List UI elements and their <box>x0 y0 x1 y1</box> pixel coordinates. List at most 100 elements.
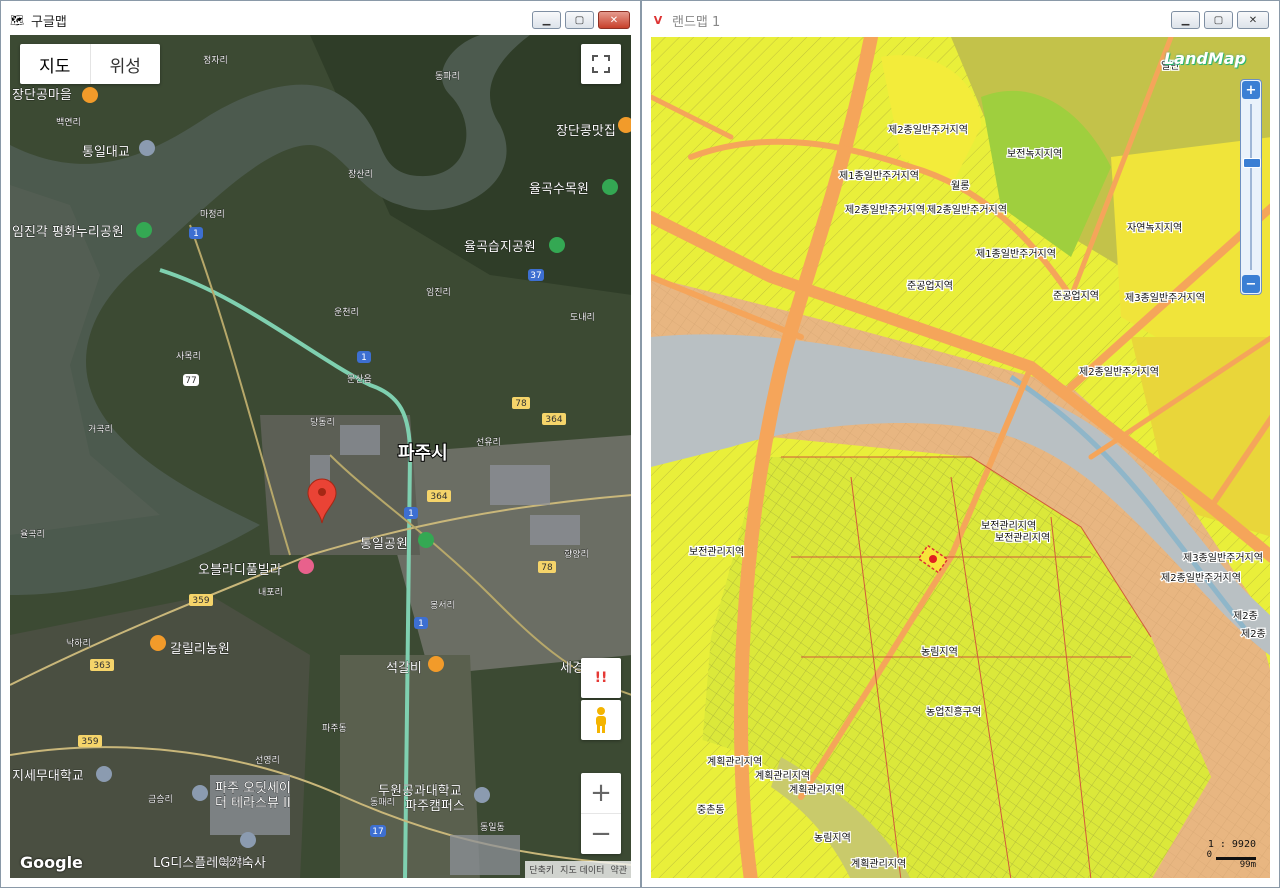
place-label: 마정리 <box>200 209 225 220</box>
zone-label: 계획관리지역 <box>755 770 810 782</box>
place-label: 거곡리 <box>88 424 113 435</box>
window-title: 구글맵 <box>31 14 67 30</box>
zone-label: 계획관리지역 <box>789 784 844 796</box>
close-button[interactable]: ✕ <box>1237 11 1269 29</box>
map-type-satellite-button[interactable]: 위성 <box>91 44 161 84</box>
place-label: 파주동 <box>322 723 347 734</box>
zone-label: 보전관리지역 <box>981 520 1036 532</box>
zone-label: 보전관리지역 <box>689 546 744 558</box>
app-icon: 🗺 <box>10 13 24 27</box>
place-label: 문산읍 <box>347 374 372 385</box>
zone-label: 제2종일반주거지역 <box>888 124 968 136</box>
svg-text:1: 1 <box>361 353 367 363</box>
zone-label: 농림지역 <box>814 832 851 844</box>
zone-label: 농업진흥구역 <box>926 705 981 718</box>
svg-text:77: 77 <box>185 376 196 386</box>
zone-label: 제1종일반주거지역 <box>839 170 919 182</box>
map-type-control: 지도 위성 <box>20 44 160 84</box>
place-label: 율곡습지공원 <box>464 240 536 255</box>
zone-label: 제2종 <box>1233 610 1258 622</box>
scale-distance: 99m <box>1239 860 1256 870</box>
place-label: 더 테라스뷰 II <box>215 796 291 811</box>
zoom-out-button[interactable]: − <box>1242 275 1260 293</box>
place-label: 파주 오딧세이 <box>215 781 291 796</box>
place-label: 선영리 <box>255 755 280 766</box>
landmap-canvas[interactable]: 제2종일반주거지역 보전녹지지역 제1종일반주거지역 제2종일반주거지역 제2종일반주거… <box>651 37 1270 878</box>
place-label: 임진리 <box>426 286 451 298</box>
place-label: 파주캠퍼스 <box>405 799 465 814</box>
place-label: 정자리 <box>203 55 228 66</box>
maximize-button[interactable]: ▢ <box>565 11 594 29</box>
zoning-map: 제2종일반주거지역보전녹지지역제1종일반주거지역제2종일반주거지역 제2종일반주거… <box>651 37 1270 878</box>
fullscreen-icon <box>592 55 610 73</box>
place-label: LG디스플레이기숙사 <box>153 856 266 871</box>
zone-label: 계획관리지역 <box>707 756 762 768</box>
place-label: 동파리 <box>435 71 460 82</box>
place-label: 파주시 <box>398 443 448 464</box>
zone-label: 제2종일반주거지역 <box>1079 366 1159 378</box>
window-controls: ▁ ▢ ✕ <box>532 11 630 29</box>
place-label: 선유리 <box>476 437 501 448</box>
scale-indicator: 1 : 9920 0 99m <box>1206 839 1256 870</box>
map-data-link[interactable]: 지도 데이터 <box>560 863 604 876</box>
zone-label: 보전관리지역 <box>995 532 1050 544</box>
slider-handle[interactable] <box>1243 158 1261 168</box>
google-logo: Google <box>20 853 83 872</box>
title-bar[interactable]: V 랜드맵 1 ▁ ▢ ✕ <box>642 1 1279 39</box>
zone-label: 제2종일반주거지역 <box>845 204 925 216</box>
svg-text:1: 1 <box>418 619 424 629</box>
place-label: 동일동 <box>480 822 505 833</box>
zone-label: 제2종일반주거지역 <box>927 204 1007 216</box>
zoom-in-button[interactable]: + <box>1242 81 1260 99</box>
shortcuts-link[interactable]: 단축키 <box>529 863 554 876</box>
minimize-button[interactable]: ▁ <box>532 11 561 29</box>
svg-text:37: 37 <box>530 271 541 281</box>
place-label: 장산리 <box>348 169 373 180</box>
place-label: 지세무대학교 <box>12 769 84 784</box>
place-label: 사목리 <box>176 351 201 362</box>
place-label: 낙하리 <box>66 638 91 649</box>
place-label: 능산리 <box>220 857 245 868</box>
zone-label: 제3종일반주거지역 <box>1183 552 1263 564</box>
zone-label: 계획관리지역 <box>851 858 906 870</box>
google-map-window: 🗺 구글맵 ▁ ▢ ✕ 1 77 1 78 364 364 1 78 359 3… <box>0 0 641 888</box>
close-button[interactable]: ✕ <box>598 11 630 29</box>
street-view-button[interactable] <box>581 700 621 740</box>
place-label: 백연리 <box>56 117 81 128</box>
svg-text:359: 359 <box>81 737 98 747</box>
place-label: 통일대교 <box>82 145 130 160</box>
maximize-button[interactable]: ▢ <box>1204 11 1233 29</box>
zoom-control: + − <box>581 773 621 854</box>
title-bar[interactable]: 🗺 구글맵 ▁ ▢ ✕ <box>1 1 640 39</box>
terms-link[interactable]: 약관 <box>610 863 627 876</box>
place-label: 당동리 <box>310 417 335 428</box>
place-label: 석갈비 <box>386 661 422 676</box>
zone-label: 농림지역 <box>921 646 958 658</box>
place-label: 통일공원 <box>360 537 408 552</box>
map-type-map-button[interactable]: 지도 <box>20 44 91 84</box>
svg-text:1: 1 <box>408 509 414 519</box>
zone-label: 월롱 <box>951 180 969 192</box>
place-label: 오블라디풀빌라 <box>198 563 282 578</box>
scale-ratio: 1 : 9920 <box>1207 839 1256 850</box>
window-controls: ▁ ▢ ✕ <box>1171 11 1269 29</box>
svg-text:359: 359 <box>192 596 209 606</box>
place-label: 장단콩맛집 <box>556 124 616 139</box>
minimize-button[interactable]: ▁ <box>1171 11 1200 29</box>
place-label: 도내리 <box>570 312 595 323</box>
alert-button[interactable]: !! <box>581 658 621 698</box>
landmap-window: V 랜드맵 1 ▁ ▢ ✕ 제2종일반주거지역 보전녹지지역 제1종일반주거지역… <box>641 0 1280 888</box>
place-label: 동패리 <box>370 797 395 808</box>
google-map-canvas[interactable]: 1 77 1 78 364 364 1 78 359 363 359 1 17 … <box>10 35 631 878</box>
zoom-slider[interactable]: + − <box>1240 79 1262 295</box>
svg-text:17: 17 <box>372 827 383 837</box>
zoom-out-button[interactable]: − <box>581 814 621 854</box>
pegman-icon <box>596 707 606 733</box>
svg-text:78: 78 <box>541 563 553 573</box>
place-label: 장단공마을 <box>12 88 72 103</box>
zoom-in-button[interactable]: + <box>581 773 621 814</box>
map-attribution: 단축키 지도 데이터 약관 <box>525 861 631 878</box>
fullscreen-button[interactable] <box>581 44 621 84</box>
zone-label: 준공업지역 <box>1053 289 1099 302</box>
svg-text:78: 78 <box>515 399 527 409</box>
